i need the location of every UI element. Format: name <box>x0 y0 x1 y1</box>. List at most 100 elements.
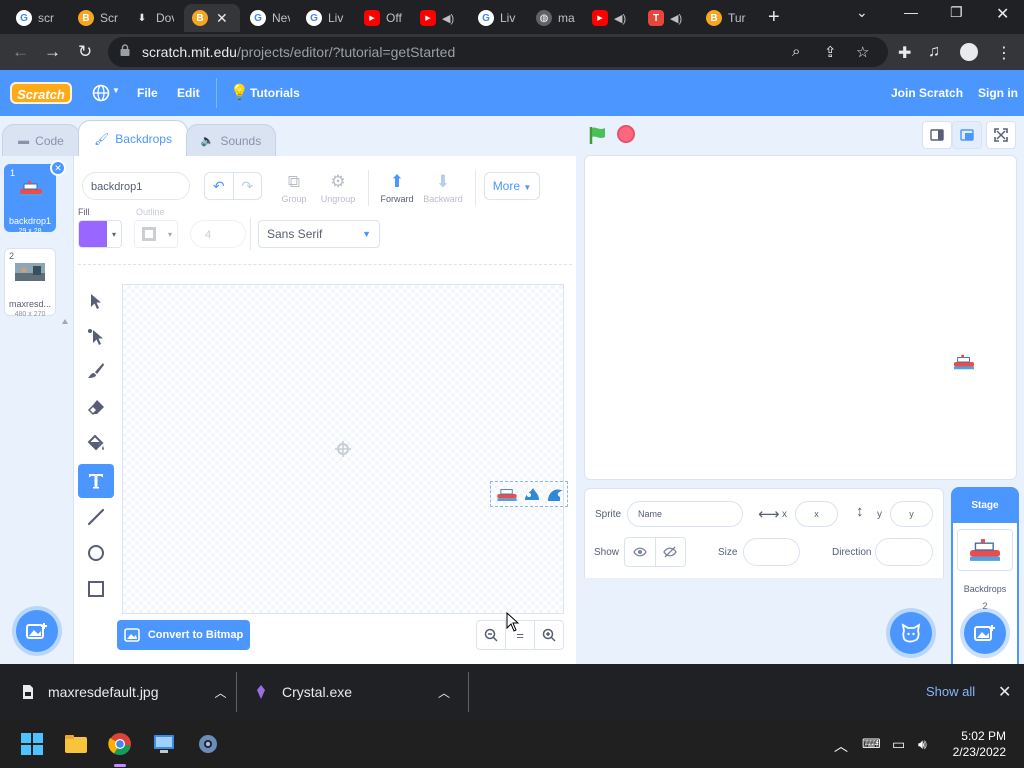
chrome-icon[interactable] <box>108 732 132 756</box>
menu-kebab-icon[interactable]: ⋮ <box>996 43 1012 63</box>
extensions-icon[interactable]: ✚ <box>898 43 911 63</box>
backdrop-item-1[interactable]: 1 backdrop1 29 x 28 ✕ <box>4 160 66 235</box>
sign-in-link[interactable]: Sign in <box>978 86 1018 100</box>
large-stage-button[interactable] <box>952 121 982 149</box>
ship-sprite-icon[interactable] <box>954 354 974 370</box>
tab-sounds[interactable]: 🔈 Sounds <box>186 124 276 156</box>
choose-backdrop-button[interactable] <box>16 610 58 652</box>
backdrop-item-2[interactable]: 2 maxresd... 480 x 270 <box>4 248 56 318</box>
y-input[interactable]: y <box>890 501 933 527</box>
circle-tool[interactable] <box>78 536 114 570</box>
file-menu[interactable]: File <box>137 86 158 100</box>
browser-tab[interactable]: B Tur <box>698 4 746 32</box>
edit-menu[interactable]: Edit <box>177 86 200 100</box>
browser-tab[interactable]: G Nev <box>242 4 290 32</box>
keyboard-icon[interactable]: ⌨ <box>862 736 881 752</box>
browser-tab[interactable]: ◍ ma <box>528 4 576 32</box>
download-item-1[interactable]: maxresdefault.jpg ︿ <box>22 664 227 720</box>
outline-color-picker[interactable]: ▾ <box>134 220 178 248</box>
share-icon[interactable]: ⇪ <box>824 43 837 61</box>
profile-avatar[interactable] <box>960 43 978 61</box>
remote-desktop-icon[interactable] <box>152 732 176 756</box>
browser-tab[interactable]: ▶ Off <box>356 4 404 32</box>
convert-to-bitmap-button[interactable]: Convert to Bitmap <box>117 620 250 650</box>
show-hidden-button[interactable] <box>654 538 686 566</box>
browser-tab[interactable]: ⬇ Dov <box>126 4 174 32</box>
join-scratch-link[interactable]: Join Scratch <box>891 86 963 100</box>
minimize-icon[interactable]: — <box>904 4 918 20</box>
lock-icon[interactable] <box>120 44 130 56</box>
ungroup-button[interactable]: ⚙ Ungroup <box>310 170 366 204</box>
text-tool[interactable] <box>78 464 114 498</box>
bookmark-star-icon[interactable]: ☆ <box>856 43 869 61</box>
restore-icon[interactable]: ❐ <box>950 4 963 21</box>
reshape-tool[interactable] <box>78 320 114 354</box>
tutorials-menu[interactable]: Tutorials <box>250 86 300 100</box>
direction-input[interactable] <box>875 538 933 566</box>
brush-tool[interactable] <box>78 354 114 388</box>
font-select[interactable]: Sans Serif ▼ <box>258 220 380 248</box>
fill-tool[interactable] <box>78 426 114 460</box>
new-tab-icon[interactable]: + <box>768 6 780 29</box>
browser-tab[interactable]: T ◀) <box>640 4 688 32</box>
stop-icon[interactable] <box>617 125 635 143</box>
line-tool[interactable] <box>78 500 114 534</box>
redo-icon[interactable]: ↷ <box>232 173 262 199</box>
show-visible-button[interactable] <box>625 538 655 566</box>
browser-tab[interactable]: Gscr <box>8 4 56 32</box>
taskbar-clock[interactable]: 5:02 PM 2/23/2022 <box>948 728 1006 760</box>
selected-costume-strip[interactable] <box>490 481 568 507</box>
browser-tab[interactable]: ▶ ◀) <box>412 4 460 32</box>
green-flag-icon[interactable] <box>588 125 608 145</box>
zoom-icon[interactable]: ⌕ <box>792 43 800 60</box>
undo-icon[interactable]: ↶ <box>205 173 233 199</box>
select-tool[interactable] <box>78 284 114 318</box>
costume-name-input[interactable]: backdrop1 <box>82 172 190 200</box>
size-input[interactable] <box>743 538 800 566</box>
browser-tab[interactable]: G Liv <box>298 4 346 32</box>
sprite-name-input[interactable]: Name <box>627 501 743 527</box>
browser-tab-active[interactable]: B ✕ <box>184 4 240 32</box>
choose-backdrop-stage-button[interactable] <box>964 612 1006 654</box>
stage-canvas[interactable] <box>584 155 1017 480</box>
browser-tab[interactable]: ▶ ◀) <box>584 4 632 32</box>
network-icon[interactable]: ▭ <box>892 736 905 753</box>
x-input[interactable]: x <box>795 501 838 527</box>
outline-width-input[interactable]: 4 <box>190 220 246 248</box>
address-bar[interactable]: scratch.mit.edu/projects/editor/?tutoria… <box>108 37 888 67</box>
forward-icon[interactable]: → <box>44 42 61 62</box>
browser-tab[interactable]: G Liv <box>470 4 518 32</box>
globe-icon[interactable] <box>92 84 110 102</box>
paint-canvas[interactable] <box>122 284 564 614</box>
backward-button[interactable]: ⬇ Backward <box>415 170 471 204</box>
download-item-2[interactable]: Crystal.exe ︿ <box>256 664 450 720</box>
fill-color-picker[interactable]: ▾ <box>78 220 122 248</box>
small-stage-button[interactable] <box>922 121 952 149</box>
fullscreen-button[interactable] <box>986 121 1016 149</box>
delete-backdrop-icon[interactable]: ✕ <box>50 160 66 176</box>
back-icon[interactable]: ← <box>12 42 29 62</box>
eraser-tool[interactable] <box>78 390 114 424</box>
reload-icon[interactable]: ↻ <box>78 42 92 62</box>
tab-code[interactable]: ▬ Code <box>2 124 80 156</box>
show-all-link[interactable]: Show all <box>926 684 975 699</box>
scratch-logo[interactable]: Scratch <box>10 82 72 104</box>
zoom-in-button[interactable] <box>534 620 564 650</box>
rectangle-tool[interactable] <box>78 572 114 606</box>
file-explorer-icon[interactable] <box>64 732 88 756</box>
close-window-icon[interactable]: ✕ <box>996 4 1009 24</box>
close-download-bar-icon[interactable]: ✕ <box>998 682 1011 702</box>
chevron-up-icon[interactable]: ︿ <box>438 684 450 701</box>
choose-sprite-button[interactable] <box>890 612 932 654</box>
tab-search-icon[interactable]: ⌄ <box>856 4 868 21</box>
tab-backdrops[interactable]: 🖌 Backdrops <box>78 120 188 156</box>
close-tab-icon[interactable]: ✕ <box>216 10 228 27</box>
browser-tab[interactable]: B Scr <box>70 4 118 32</box>
stage-thumbnail[interactable] <box>957 529 1013 571</box>
media-icon[interactable]: ♫ <box>928 43 940 61</box>
chevron-up-icon[interactable]: ︿ <box>215 684 227 701</box>
zoom-out-button[interactable] <box>476 620 506 650</box>
more-button[interactable]: More ▼ <box>484 172 540 200</box>
volume-icon[interactable]: 🔊︎ <box>918 736 927 753</box>
settings-gear-icon[interactable] <box>196 732 220 756</box>
